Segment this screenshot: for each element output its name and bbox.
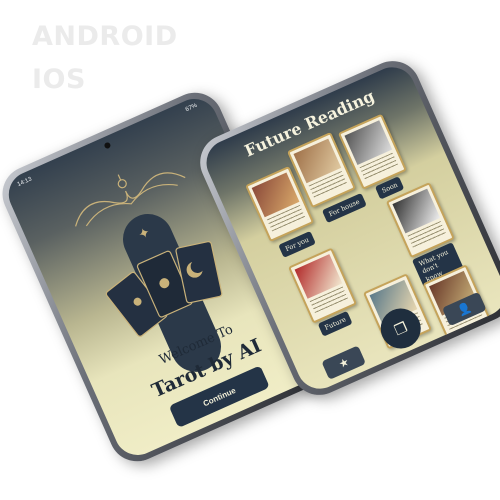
star-icon[interactable]: ★ [321,345,367,380]
status-battery: 67% [184,102,199,114]
status-time: 14:13 [16,176,33,189]
platform-label-android: ANDROID [32,21,178,52]
platform-label-ios: IOS [32,64,86,95]
